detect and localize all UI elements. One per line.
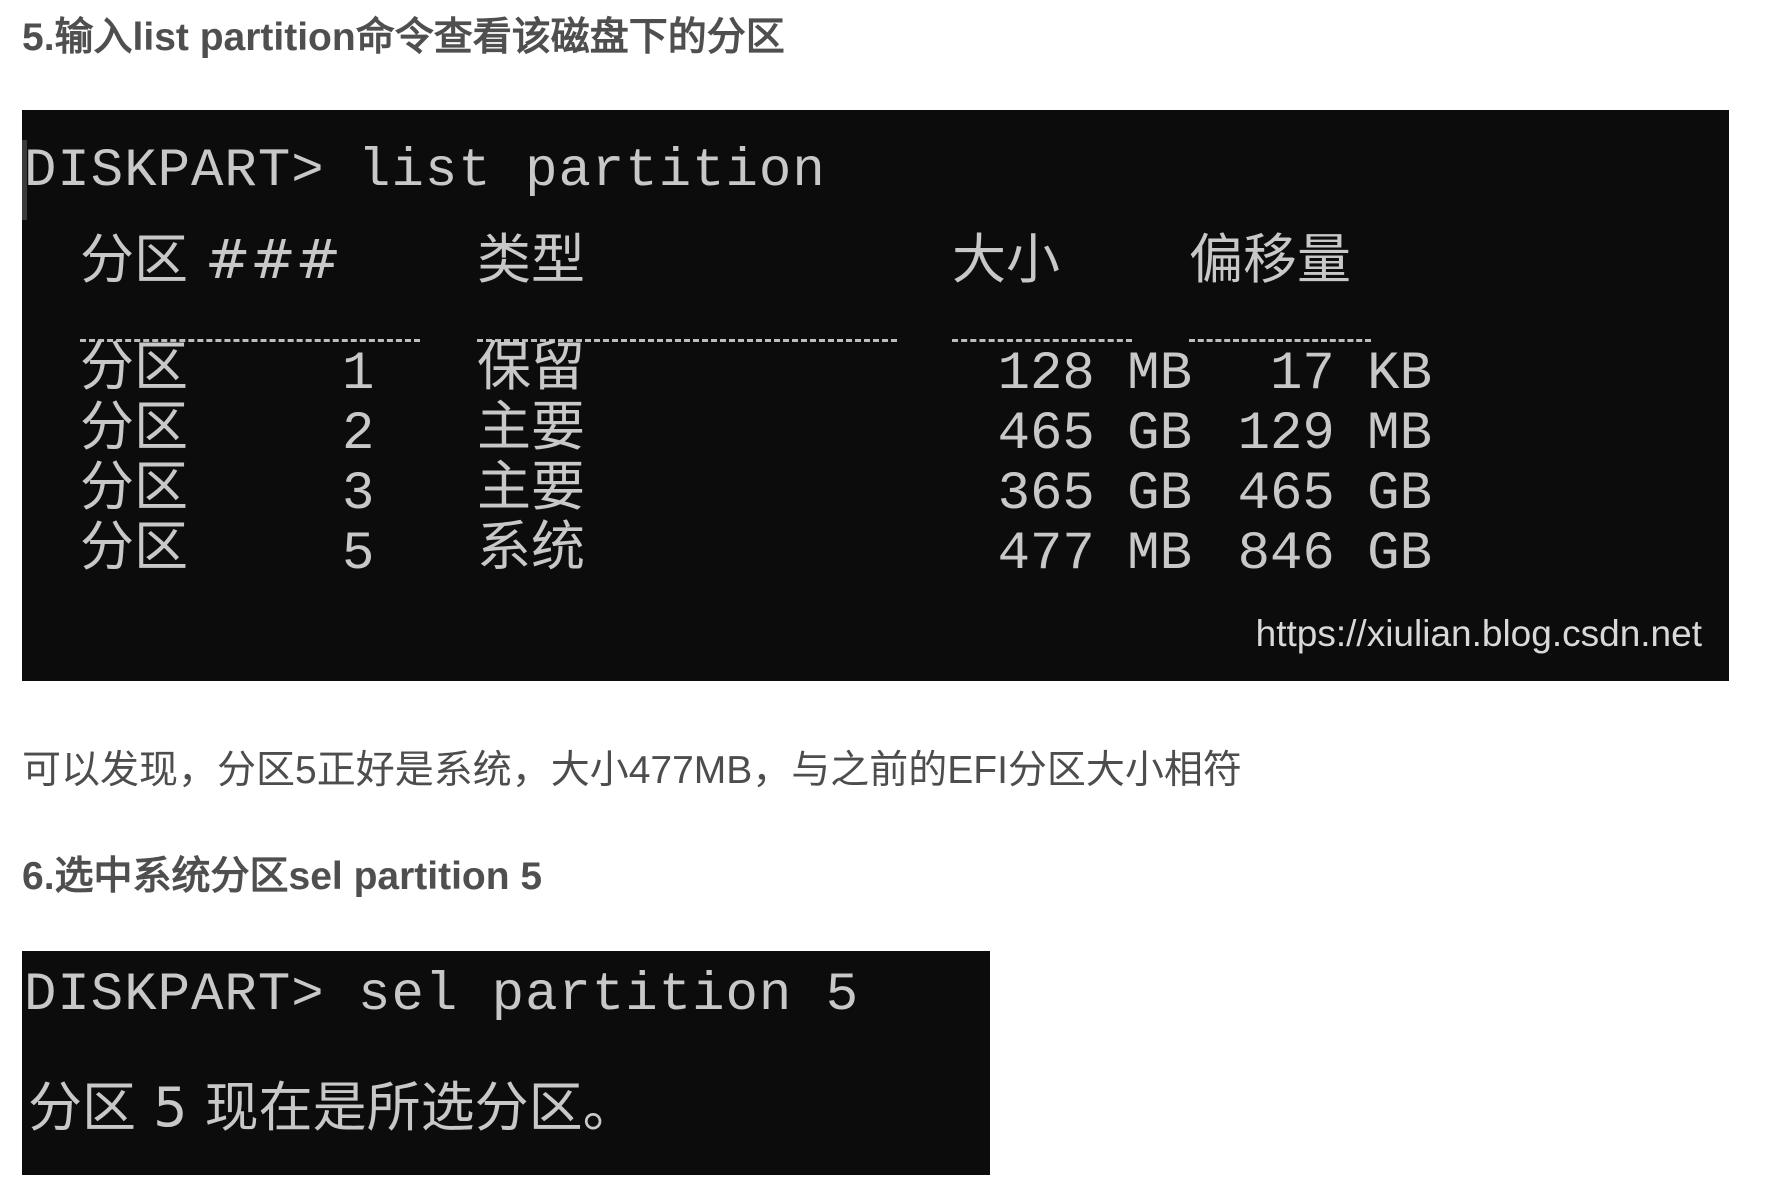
row-label: 分区 xyxy=(80,455,188,518)
header-partition: 分区 ### xyxy=(80,228,341,291)
row-number: 3 xyxy=(342,464,375,525)
row-offset: 129 MB xyxy=(1237,404,1432,465)
header-offset: 偏移量 xyxy=(1189,228,1351,291)
row-size: 128 MB xyxy=(997,344,1192,405)
row-offset: 465 GB xyxy=(1237,464,1432,525)
row-type: 保留 xyxy=(477,335,585,398)
header-size: 大小 xyxy=(952,228,1060,291)
row-type: 主要 xyxy=(477,395,585,458)
row-label: 分区 xyxy=(80,395,188,458)
header-rule xyxy=(952,339,1132,342)
command-result: 分区 5 现在是所选分区。 xyxy=(28,1076,637,1139)
row-size: 365 GB xyxy=(997,464,1192,525)
row-type: 系统 xyxy=(477,515,585,578)
row-label: 分区 xyxy=(80,515,188,578)
row-size: 477 MB xyxy=(997,524,1192,585)
header-type: 类型 xyxy=(477,228,585,291)
header-rule xyxy=(1189,339,1371,342)
row-number: 5 xyxy=(342,524,375,585)
command-line: DISKPART> sel partition 5 xyxy=(24,965,860,1026)
command-line: DISKPART> list partition xyxy=(24,141,826,202)
row-type: 主要 xyxy=(477,455,585,518)
row-offset: 17 KB xyxy=(1269,344,1432,405)
row-number: 2 xyxy=(342,404,375,465)
list-partition-screenshot: DISKPART> list partition 分区 ### 类型 大小 偏移… xyxy=(22,110,1729,681)
observation-text: 可以发现，分区5正好是系统，大小477MB，与之前的EFI分区大小相符 xyxy=(22,749,1242,792)
row-label: 分区 xyxy=(80,335,188,398)
row-number: 1 xyxy=(342,344,375,405)
step-6-heading: 6.选中系统分区sel partition 5 xyxy=(22,855,543,898)
row-offset: 846 GB xyxy=(1237,524,1432,585)
step-5-heading: 5.输入list partition命令查看该磁盘下的分区 xyxy=(22,16,785,59)
row-size: 465 GB xyxy=(997,404,1192,465)
watermark: https://xiulian.blog.csdn.net xyxy=(1255,613,1702,654)
sel-partition-screenshot: DISKPART> sel partition 5 分区 5 现在是所选分区。 xyxy=(22,951,990,1175)
